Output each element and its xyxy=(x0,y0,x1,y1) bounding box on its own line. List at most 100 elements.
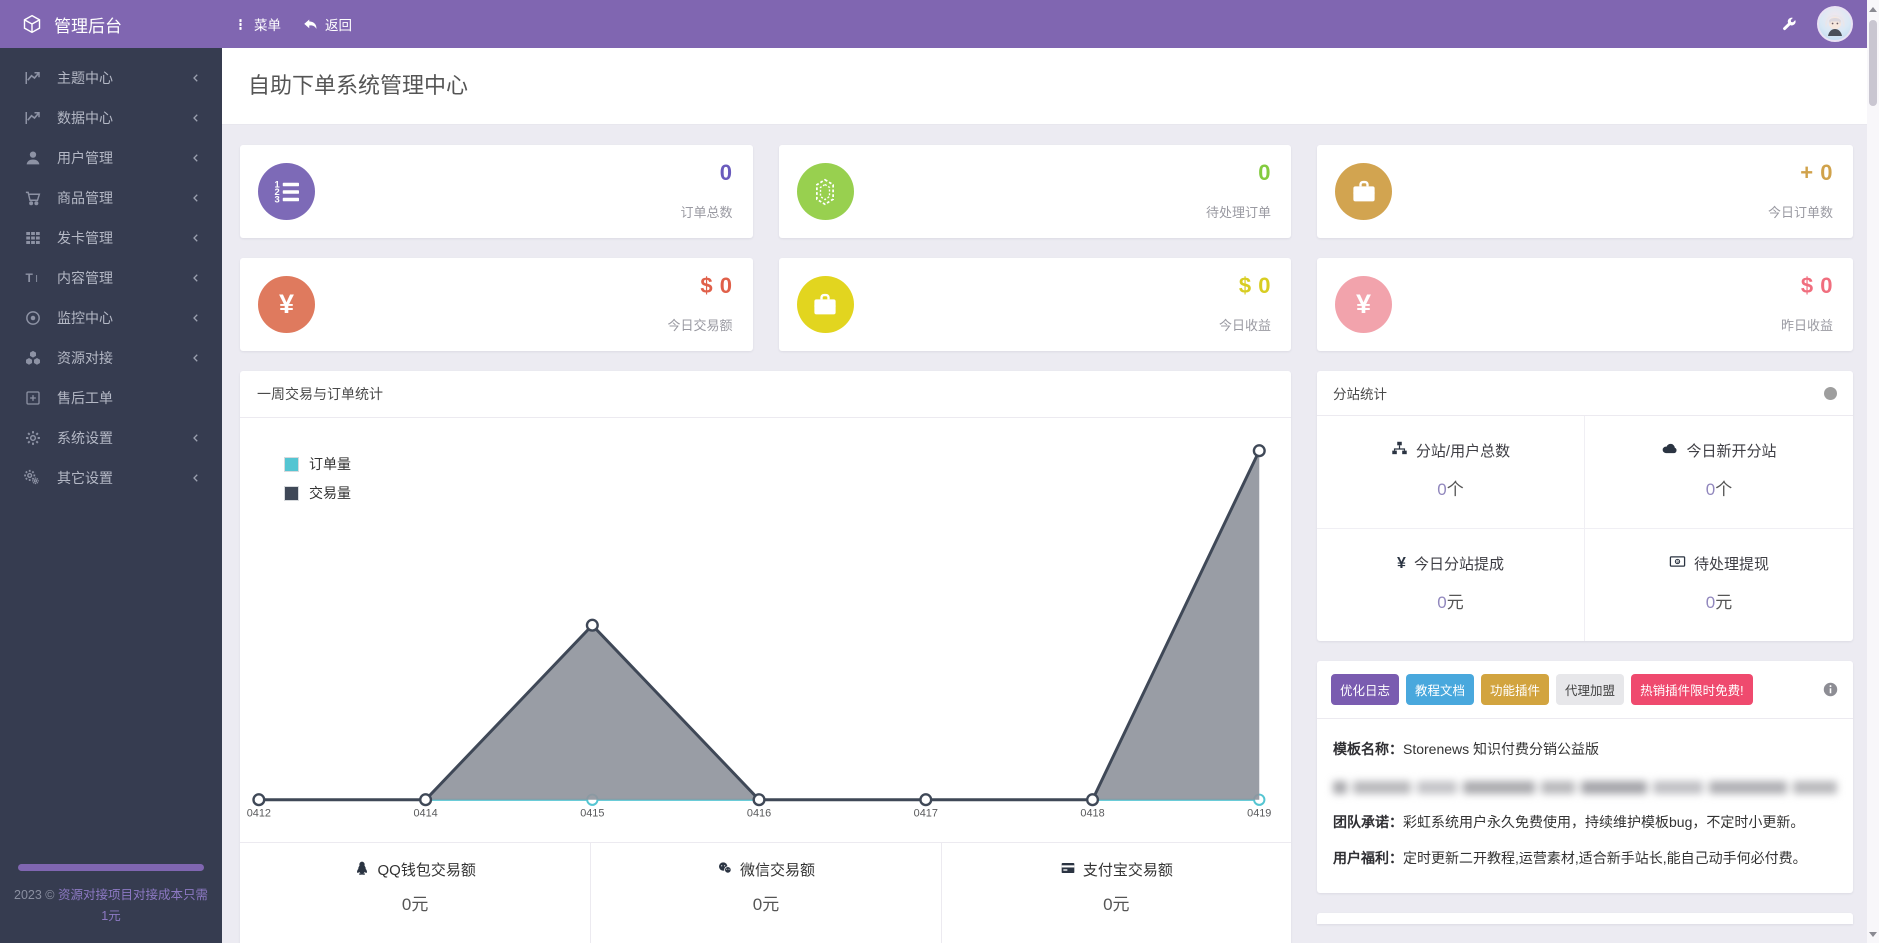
template-name-label: 模板名称： xyxy=(1333,741,1403,757)
footer-link[interactable]: 资源对接项目对接成本只需1元 xyxy=(58,888,208,923)
sidebar-copyright: 2023 © 资源对接项目对接成本只需1元 xyxy=(14,885,208,928)
stat-label: 订单总数 xyxy=(680,202,732,221)
template-name-line: 模板名称：Storenews 知识付费分销公益版 xyxy=(1333,738,1837,761)
stat-value: + 0 xyxy=(1800,160,1833,186)
sidebar-menu: 主题中心数据中心用户管理商品管理发卡管理TI内容管理监控中心资源对接售后工单系统… xyxy=(0,48,222,864)
sidebar-item-1[interactable]: 主题中心 xyxy=(0,58,222,98)
sidebar-item-11[interactable]: 其它设置 xyxy=(0,458,222,498)
promo-body: 模板名称：Storenews 知识付费分销公益版 团队承诺：彩虹系统用户永久免费… xyxy=(1317,719,1853,893)
left-column: 1230订单总数0待处理订单 ¥$ 0今日交易额$ 0今日收益 一周交易与订单统… xyxy=(240,145,1291,943)
payment-label: QQ钱包交易额 xyxy=(354,859,475,880)
badge-2[interactable]: 教程文档 xyxy=(1406,674,1474,705)
sidebar-item-6[interactable]: TI内容管理 xyxy=(0,258,222,298)
substation-number: 0 xyxy=(1437,480,1446,499)
chart-body: 订单量交易量 0412041404150416041704180419 xyxy=(240,418,1291,842)
bullseye-icon xyxy=(24,309,42,327)
user-icon xyxy=(24,149,42,167)
sidebar-item-3[interactable]: 用户管理 xyxy=(0,138,222,178)
stat-row-2: ¥$ 0今日交易额$ 0今日收益 xyxy=(240,258,1291,351)
plus-square-icon xyxy=(24,389,42,407)
sidebar-item-9[interactable]: 售后工单 xyxy=(0,378,222,418)
svg-text:0415: 0415 xyxy=(580,808,604,820)
grid-icon xyxy=(24,229,42,247)
substation-panel: 分站统计 分站/用户总数0个今日新开分站0个¥今日分站提成0元0待处理提现0元 xyxy=(1317,371,1853,641)
badge-3[interactable]: 功能插件 xyxy=(1481,674,1549,705)
substation-label-text: 今日新开分站 xyxy=(1686,440,1776,461)
gear-icon xyxy=(24,429,42,447)
sidebar-item-4[interactable]: 商品管理 xyxy=(0,178,222,218)
stat-label: 待处理订单 xyxy=(1206,202,1271,221)
substation-label-text: 待处理提现 xyxy=(1694,553,1769,574)
promise-label: 团队承诺： xyxy=(1333,814,1403,830)
substation-value: 0元 xyxy=(1591,588,1847,613)
substation-number: 0 xyxy=(1706,593,1715,612)
svg-text:0419: 0419 xyxy=(1247,808,1271,820)
reply-icon xyxy=(303,17,318,32)
sidebar-item-label: 用户管理 xyxy=(57,148,113,168)
menu-button[interactable]: 菜单 xyxy=(234,14,281,34)
legend-item[interactable]: 交易量 xyxy=(284,483,351,503)
sidebar-item-8[interactable]: 资源对接 xyxy=(0,338,222,378)
wrench-icon[interactable] xyxy=(1780,16,1797,33)
sidebar-item-label: 内容管理 xyxy=(57,268,113,288)
chevron-left-icon xyxy=(190,272,202,284)
yen-icon: ¥ xyxy=(258,276,315,333)
stat-slot-right-2: ¥$ 0昨日收益 xyxy=(1317,258,1853,351)
stat-value: $ 0 xyxy=(1239,273,1271,299)
legend-item[interactable]: 订单量 xyxy=(284,454,351,474)
sidebar-item-2[interactable]: 数据中心 xyxy=(0,98,222,138)
title-band: 自助下单系统管理中心 xyxy=(222,48,1867,125)
chevron-left-icon xyxy=(190,312,202,324)
benefit-label: 用户福利： xyxy=(1333,850,1403,866)
substation-value: 0元 xyxy=(1323,588,1578,613)
brand[interactable]: 管理后台 xyxy=(0,12,222,37)
svg-text:0417: 0417 xyxy=(914,808,938,820)
main-area: 自助下单系统管理中心 1230订单总数0待处理订单 ¥$ 0今日交易额$ 0今日… xyxy=(222,48,1867,943)
stat-label: 今日收益 xyxy=(1219,315,1271,334)
substation-value: 0个 xyxy=(1591,475,1847,500)
payment-label-text: QQ钱包交易额 xyxy=(377,859,475,880)
payment-label: 微信交易额 xyxy=(717,859,815,880)
stat-card-today-orders: + 0今日订单数 xyxy=(1317,145,1853,238)
substation-title: 分站统计 xyxy=(1333,383,1387,403)
partial-card xyxy=(1317,913,1853,924)
substation-label: 分站/用户总数 xyxy=(1391,440,1510,461)
sidebar-item-5[interactable]: 发卡管理 xyxy=(0,218,222,258)
sidebar-item-7[interactable]: 监控中心 xyxy=(0,298,222,338)
back-button[interactable]: 返回 xyxy=(303,14,352,34)
sidebar-item-label: 售后工单 xyxy=(57,388,113,408)
stat-row-1: 1230订单总数0待处理订单 xyxy=(240,145,1291,238)
chart-line-icon xyxy=(24,69,42,87)
benefit-line: 用户福利：定时更新二开教程,运营素材,适合新手站长,能自己动手何必付费。 xyxy=(1333,847,1837,870)
substation-cell: 分站/用户总数0个 xyxy=(1317,416,1585,529)
cube-icon xyxy=(22,14,42,34)
badge-5[interactable]: 热销插件限时免费! xyxy=(1631,674,1752,705)
payment-cell: 微信交易额0元 xyxy=(590,843,940,943)
cloud-icon xyxy=(1661,440,1678,461)
topbar: 管理后台 菜单 返回 xyxy=(0,0,1867,48)
sidebar-item-10[interactable]: 系统设置 xyxy=(0,418,222,458)
stat-card-total-orders: 1230订单总数 xyxy=(240,145,753,238)
legend-swatch xyxy=(284,486,299,501)
promo-panel: 优化日志教程文档功能插件代理加盟热销插件限时免费! 模板名称：Storenews… xyxy=(1317,661,1853,893)
legend-label: 订单量 xyxy=(309,454,351,474)
badge-4[interactable]: 代理加盟 xyxy=(1556,674,1624,705)
back-button-label: 返回 xyxy=(325,14,352,34)
briefcase-icon xyxy=(797,276,854,333)
promise-line: 团队承诺：彩虹系统用户永久免费使用，持续维护模板bug，不定时小更新。 xyxy=(1333,811,1837,834)
weekly-chart-card: 一周交易与订单统计 订单量交易量 04120414041504160417041… xyxy=(240,371,1291,943)
avatar[interactable] xyxy=(1817,6,1853,42)
scrollbar-thumb[interactable] xyxy=(1869,20,1877,106)
payment-value: 0元 xyxy=(248,890,582,915)
badge-1[interactable]: 优化日志 xyxy=(1331,674,1399,705)
scrollbar-down-arrow[interactable] xyxy=(1867,927,1879,941)
svg-text:0412: 0412 xyxy=(247,808,271,820)
badge-row: 优化日志教程文档功能插件代理加盟热销插件限时免费! xyxy=(1317,661,1853,719)
menu-button-label: 菜单 xyxy=(254,14,281,34)
stat-slot-right-1: + 0今日订单数 xyxy=(1317,145,1853,238)
svg-text:T: T xyxy=(26,271,34,285)
stat-value: $ 0 xyxy=(700,273,732,299)
substation-cell: 0 待处理提现 0元 xyxy=(1585,529,1853,641)
scrollbar-up-arrow[interactable] xyxy=(1867,2,1879,16)
list-ol-icon: 123 xyxy=(258,163,315,220)
